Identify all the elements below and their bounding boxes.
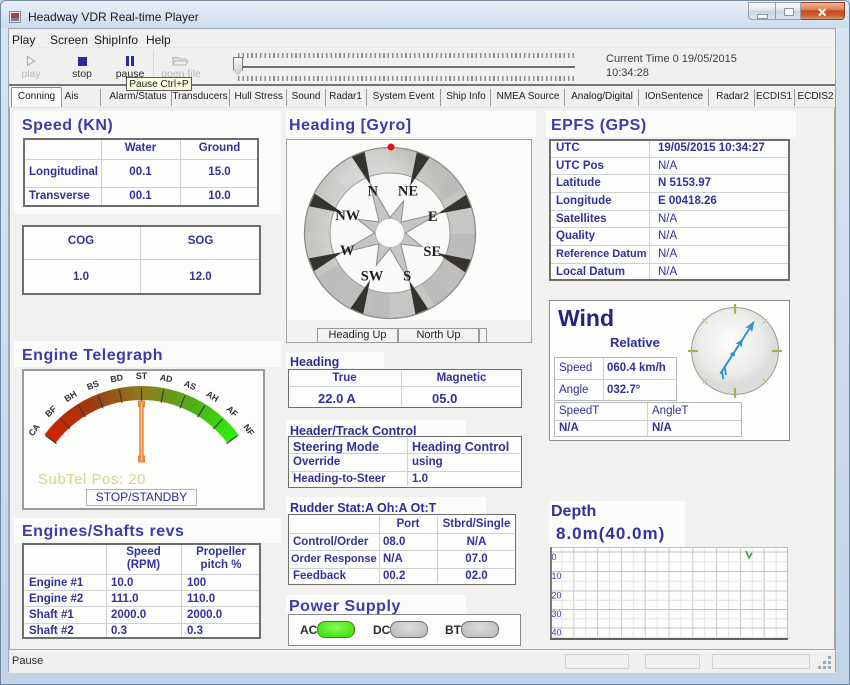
svg-text:BS: BS	[85, 378, 100, 392]
svg-text:W: W	[340, 243, 355, 259]
svg-text:30: 30	[552, 609, 562, 619]
svg-text:BD: BD	[110, 372, 124, 384]
svg-text:NF: NF	[241, 422, 256, 438]
svg-text:ST: ST	[136, 371, 148, 381]
svg-text:20: 20	[552, 591, 562, 601]
svg-text:E: E	[428, 209, 438, 225]
svg-text:NW: NW	[335, 208, 360, 224]
svg-text:AH: AH	[204, 389, 220, 404]
svg-text:BF: BF	[43, 403, 59, 419]
svg-text:AD: AD	[159, 372, 173, 384]
svg-text:BH: BH	[62, 389, 78, 404]
svg-text:N: N	[368, 183, 379, 199]
svg-text:40: 40	[552, 628, 562, 638]
svg-text:SE: SE	[423, 244, 441, 260]
svg-text:0: 0	[552, 552, 557, 562]
svg-text:NE: NE	[398, 184, 418, 200]
svg-text:10: 10	[552, 571, 562, 581]
svg-text:CA: CA	[26, 421, 42, 438]
svg-text:S: S	[403, 269, 411, 285]
svg-text:SW: SW	[361, 268, 384, 284]
svg-text:AS: AS	[183, 378, 198, 392]
svg-text:AF: AF	[225, 404, 241, 420]
